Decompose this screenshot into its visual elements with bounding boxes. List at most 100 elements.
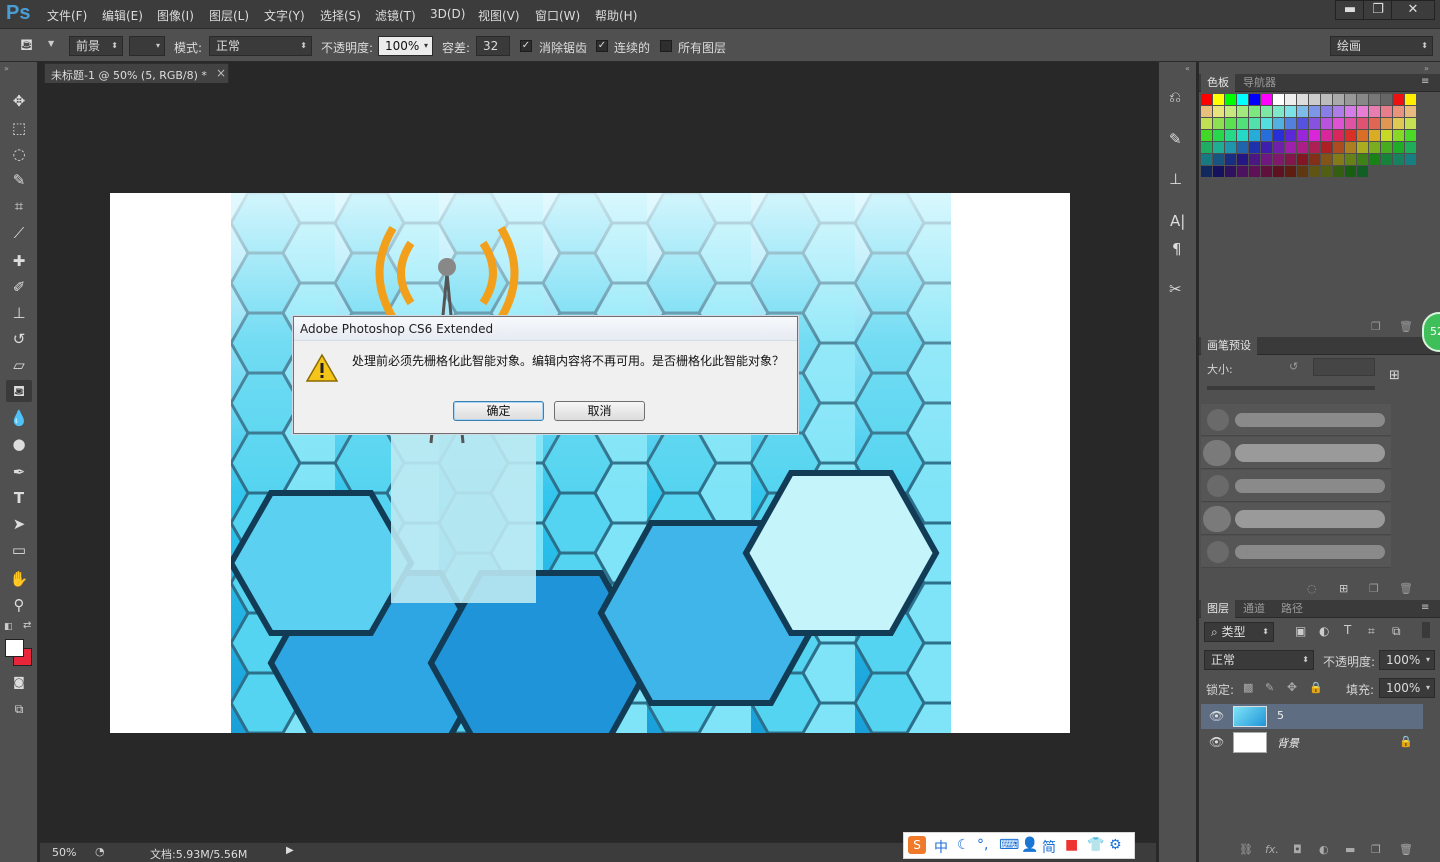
lock-transparent-icon[interactable]: ▩ [1243,681,1253,694]
zoom-level[interactable]: 50% [52,846,76,859]
swatch-grid[interactable] [1201,94,1421,184]
filter-type-icon[interactable]: T [1344,623,1351,637]
hand-tool-icon[interactable]: ✋ [6,568,32,590]
brush-preset-row[interactable] [1201,503,1391,535]
color-swatch[interactable] [1273,142,1284,153]
crop-tool-icon[interactable]: ⌗ [6,195,32,217]
character-panel-icon[interactable]: A| [1170,212,1185,230]
eraser-tool-icon[interactable]: ▱ [6,354,32,376]
collapse-icon[interactable]: » [4,64,9,73]
lock-position-icon[interactable]: ✥ [1287,680,1297,694]
filter-smart-object-icon[interactable]: ⧉ [1392,624,1401,639]
color-swatch[interactable] [1201,154,1212,165]
color-swatch[interactable] [1261,142,1272,153]
restore-button[interactable]: ❐ [1363,0,1393,20]
layer-row-5[interactable]: 👁 5 [1201,704,1423,729]
color-swatch[interactable] [1225,130,1236,141]
color-swatch[interactable] [1393,142,1404,153]
color-swatch[interactable] [1405,106,1416,117]
lock-paint-icon[interactable]: ✎ [1265,681,1274,694]
color-swatch[interactable] [1249,118,1260,129]
color-swatch[interactable] [1225,166,1236,177]
color-swatch[interactable] [1249,166,1260,177]
status-info-icon[interactable]: ◔ [95,845,105,858]
color-swatch[interactable] [1285,94,1296,105]
workspace-select[interactable]: 绘画 ⬍ [1330,36,1433,56]
foreground-color-swatch[interactable] [5,639,24,657]
color-swatch[interactable] [1285,106,1296,117]
color-swatch[interactable] [1297,166,1308,177]
menu-layer[interactable]: 图层(L) [209,7,249,24]
color-swatch[interactable] [1237,106,1248,117]
all-layers-checkbox[interactable] [660,40,672,52]
paint-bucket-tool-icon[interactable]: ⛾ [6,380,32,402]
color-swatch[interactable] [1357,130,1368,141]
color-swatch[interactable] [1261,130,1272,141]
color-swatch[interactable] [1273,166,1284,177]
color-swatch[interactable] [1261,154,1272,165]
menu-type[interactable]: 文字(Y) [264,7,305,24]
settings-gear-icon[interactable]: ⚙ [1109,837,1122,853]
delete-layer-icon[interactable]: 🗑 [1399,843,1413,856]
quick-mask-icon[interactable]: ◙ [6,671,32,693]
color-swatch[interactable] [1381,154,1392,165]
color-swatch[interactable] [1345,106,1356,117]
color-swatch[interactable] [1213,94,1224,105]
color-swatch[interactable] [1333,106,1344,117]
rectangle-tool-icon[interactable]: ▭ [6,539,32,561]
color-swatch[interactable] [1261,94,1272,105]
filter-toggle[interactable] [1422,622,1430,638]
color-swatch[interactable] [1369,106,1380,117]
color-swatch[interactable] [1225,118,1236,129]
color-swatch[interactable] [1393,130,1404,141]
tool-presets-icon[interactable]: ✂ [1169,280,1182,298]
clone-source-icon[interactable]: ⊥ [1169,170,1182,188]
color-swatch[interactable] [1261,118,1272,129]
panel-menu-icon[interactable]: ≡ [1421,76,1429,87]
ok-button[interactable]: 确定 [453,401,544,421]
smart-object-image[interactable] [231,193,951,733]
brush-preset-row[interactable] [1201,470,1391,502]
brush-panel-icon[interactable]: ✎ [1169,130,1182,148]
color-swatch[interactable] [1213,154,1224,165]
color-swatch[interactable] [1249,154,1260,165]
color-swatch[interactable] [1273,94,1284,105]
brush-size-input[interactable] [1313,358,1375,376]
color-swatch[interactable] [1273,118,1284,129]
color-swatch[interactable] [1309,130,1320,141]
color-swatch[interactable] [1357,94,1368,105]
screen-mode-icon[interactable]: ⧉ [6,698,32,720]
color-swatch[interactable] [1237,142,1248,153]
color-swatch[interactable] [1225,94,1236,105]
add-mask-icon[interactable]: ◘ [1293,843,1302,856]
color-swatch[interactable] [1237,94,1248,105]
color-swatch[interactable] [1213,118,1224,129]
color-swatch[interactable] [1285,142,1296,153]
color-swatch[interactable] [1333,130,1344,141]
menu-edit[interactable]: 编辑(E) [102,7,143,24]
filter-pixel-icon[interactable]: ▣ [1295,624,1306,638]
marquee-tool-icon[interactable]: ⬚ [6,117,32,139]
color-swatch[interactable] [1333,154,1344,165]
adjustment-layer-icon[interactable]: ◐ [1319,843,1329,856]
brush-preset-row[interactable] [1201,536,1391,568]
video-icon[interactable]: ■ [1065,837,1078,853]
color-swatch[interactable] [1381,118,1392,129]
keyboard-icon[interactable]: ⌨ [999,837,1019,853]
color-swatch[interactable] [1369,142,1380,153]
color-swatch[interactable] [1369,154,1380,165]
color-swatch[interactable] [1273,154,1284,165]
color-swatch[interactable] [1405,154,1416,165]
color-swatch[interactable] [1201,130,1212,141]
delete-swatch-icon[interactable]: 🗑 [1399,320,1413,333]
color-swatch[interactable] [1309,154,1320,165]
panel-menu-icon[interactable]: ≡ [1421,602,1429,613]
tab-swatches[interactable]: 色板 [1201,74,1235,92]
color-swatch[interactable] [1393,154,1404,165]
color-swatch[interactable] [1321,118,1332,129]
color-swatch[interactable] [1369,94,1380,105]
menu-select[interactable]: 选择(S) [320,7,361,24]
menu-window[interactable]: 窗口(W) [535,7,580,24]
ime-chinese-mode[interactable]: 中 [934,837,948,857]
swap-colors-icon[interactable]: ⇄ [23,620,31,631]
